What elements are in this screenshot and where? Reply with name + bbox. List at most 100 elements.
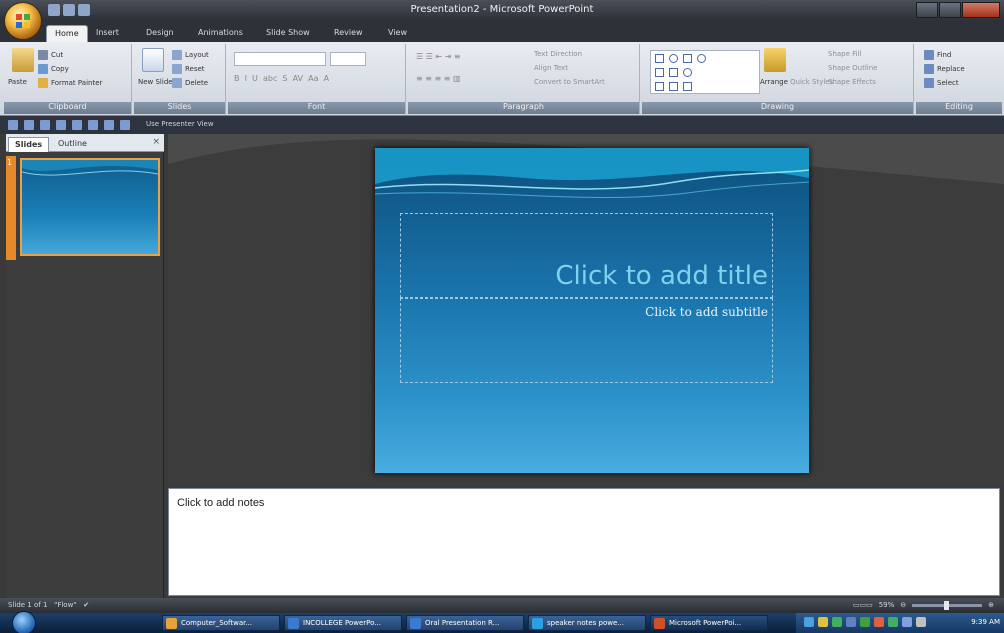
paste-button[interactable]: Paste [8,78,27,86]
select-button[interactable]: Select [924,78,959,88]
presenter-view-icon[interactable] [120,120,130,130]
tab-view[interactable]: View [380,25,415,42]
zoom-slider[interactable] [912,600,983,610]
slide-thumbnail[interactable] [20,158,160,256]
select-label: Select [937,79,959,87]
tray-icon[interactable] [888,617,898,627]
delete-slide-button[interactable]: Delete [172,78,208,88]
tray-icon[interactable] [902,617,912,627]
volume-icon[interactable] [916,617,926,627]
taskbar: Computer_Softwar... INCOLLEGE PowerPo...… [0,611,1004,633]
maximize-button[interactable] [939,2,961,18]
font-size-select[interactable] [330,52,366,66]
redo-small-icon[interactable] [40,120,50,130]
zoom-slider-knob[interactable] [944,600,950,610]
circle-shape-icon[interactable] [697,54,706,63]
slide-canvas[interactable]: Click to add title Click to add subtitle [375,148,809,473]
tab-outline[interactable]: Outline [52,137,93,152]
view-buttons[interactable]: ▭▭▭ [853,601,873,609]
rectangle-shape-icon[interactable] [655,54,664,63]
new-slide-button[interactable]: New Slide [138,78,173,86]
triangle-shape-icon[interactable] [655,68,664,77]
text-direction-button[interactable]: Text Direction [534,50,582,58]
connector-shape-icon[interactable] [669,68,678,77]
office-button[interactable] [4,2,42,40]
close-panel-icon[interactable]: × [152,137,160,147]
minimize-button[interactable] [916,2,938,18]
tab-slide-show[interactable]: Slide Show [258,25,318,42]
presenter-toolbar: Use Presenter View [0,116,1004,134]
shape-fill-button[interactable]: Shape Fill [828,50,862,58]
print-small-icon[interactable] [56,120,66,130]
notes-pane[interactable]: Click to add notes [168,488,1000,596]
zoom-out-icon[interactable]: ⊖ [900,601,906,609]
arc-shape-icon[interactable] [683,68,692,77]
tray-icon[interactable] [846,617,856,627]
shapes-gallery[interactable] [650,50,760,94]
title-placeholder-text: Click to add title [555,261,768,291]
reset-button[interactable]: Reset [172,64,205,74]
spelling-check-icon[interactable]: ✔ [83,601,89,609]
clipboard-group: Paste Cut Copy Format Painter Clipboard [4,44,132,114]
tray-icon[interactable] [874,617,884,627]
tray-icon[interactable] [832,617,842,627]
paste-icon[interactable] [12,48,34,72]
tab-insert[interactable]: Insert [88,25,127,42]
reset-label: Reset [185,65,205,73]
arrow-shape-icon[interactable] [655,82,664,91]
brace-shape-icon[interactable] [669,82,678,91]
window-title: Presentation2 - Microsoft PowerPoint [410,4,594,15]
taskbar-item-label: Microsoft PowerPoi... [669,619,742,627]
tab-slides[interactable]: Slides [8,137,50,152]
taskbar-item-active[interactable]: Microsoft PowerPoi... [650,615,768,631]
font-format-buttons[interactable]: B I U abc S AV Aa A [234,74,329,83]
reset-icon [172,64,182,74]
zoom-in-icon[interactable]: ⊕ [988,601,994,609]
zoom-level[interactable]: 59% [879,601,895,609]
title-placeholder[interactable]: Click to add title [400,213,773,298]
cut-button[interactable]: Cut [38,50,63,60]
copy-button[interactable]: Copy [38,64,69,74]
layout-button[interactable]: Layout [172,50,209,60]
presenter-view-button[interactable]: Use Presenter View [146,120,214,128]
taskbar-item[interactable]: Computer_Softwar... [162,615,280,631]
font-name-select[interactable] [234,52,326,66]
tray-icon[interactable] [804,617,814,627]
taskbar-item[interactable]: INCOLLEGE PowerPo... [284,615,402,631]
arrange-icon[interactable] [764,48,786,72]
oval-shape-icon[interactable] [669,54,678,63]
star-shape-icon[interactable] [683,82,692,91]
format-painter-button[interactable]: Format Painter [38,78,102,88]
tab-review[interactable]: Review [326,25,371,42]
save-small-icon[interactable] [8,120,18,130]
tab-design[interactable]: Design [138,25,182,42]
shape-effects-button[interactable]: Shape Effects [828,78,876,86]
tray-icon[interactable] [818,617,828,627]
paragraph-group-label: Paragraph [408,102,639,114]
replace-button[interactable]: Replace [924,64,965,74]
find-button[interactable]: Find [924,50,951,60]
quick-styles-button[interactable]: Quick Styles [790,78,833,86]
new-slide-icon[interactable] [142,48,164,72]
preview-small-icon[interactable] [72,120,82,130]
align-buttons[interactable]: ≡ ≡ ≡ ≡ ▥ [416,74,461,83]
close-button[interactable] [962,2,1000,18]
slideshow-small-icon[interactable] [104,120,114,130]
shape-outline-button[interactable]: Shape Outline [828,64,877,72]
align-text-button[interactable]: Align Text [534,64,568,72]
subtitle-placeholder[interactable]: Click to add subtitle [400,298,773,383]
tray-icon[interactable] [860,617,870,627]
taskbar-item[interactable]: speaker notes powe... [528,615,646,631]
start-button[interactable] [12,611,36,633]
arrange-button[interactable]: Arrange [760,78,788,86]
line-shape-icon[interactable] [683,54,692,63]
tab-animations[interactable]: Animations [190,25,251,42]
convert-smartart-button[interactable]: Convert to SmartArt [534,78,605,86]
list-buttons[interactable]: ☰ ☰ ⇤ ⇥ ≡ [416,52,461,61]
taskbar-clock[interactable]: 9:39 AM [971,618,1000,626]
slide-thumbnail-row[interactable]: 1 [6,156,164,260]
tab-home[interactable]: Home [46,25,88,42]
undo-small-icon[interactable] [24,120,34,130]
taskbar-item[interactable]: Oral Presentation R... [406,615,524,631]
spelling-small-icon[interactable] [88,120,98,130]
